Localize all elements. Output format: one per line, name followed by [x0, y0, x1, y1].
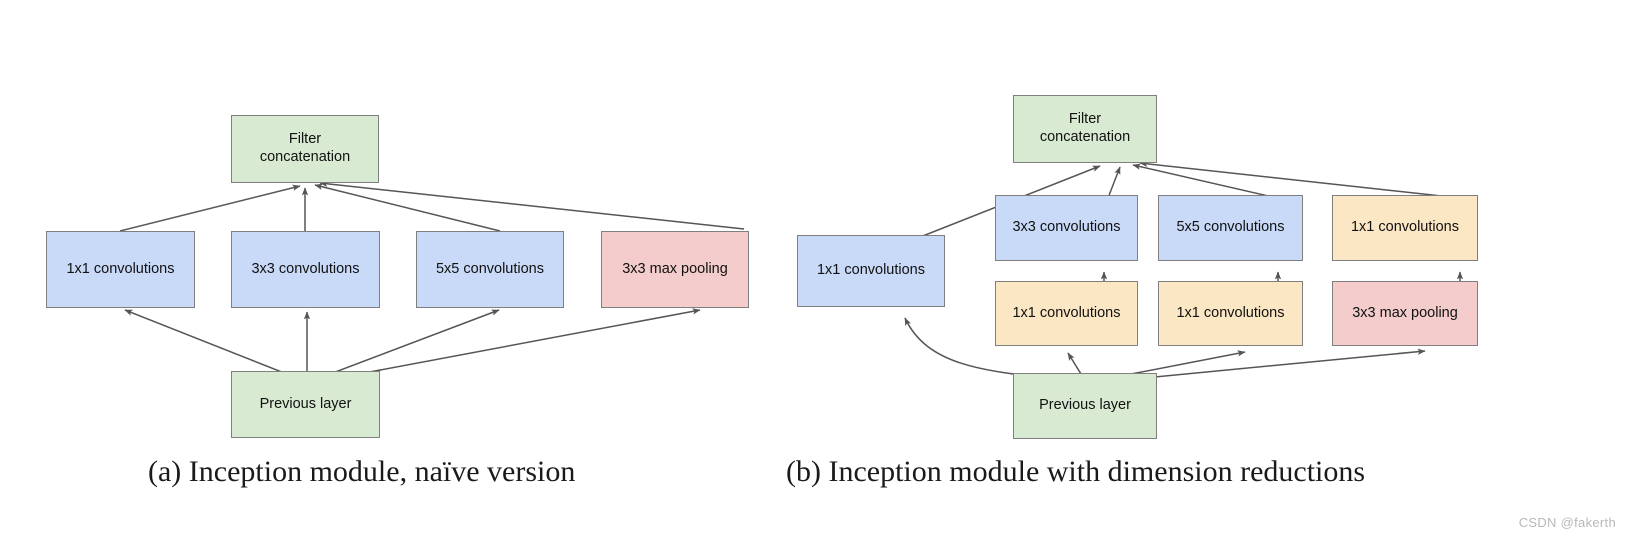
node-b-1x1-convolutions-right[interactable]: 1x1 convolutions	[1332, 195, 1478, 261]
node-b-1x1-convolutions-before-5x5[interactable]: 1x1 convolutions	[1158, 281, 1303, 346]
caption-panel-a: (a) Inception module, naïve version	[148, 455, 576, 488]
inception-figure: Filter concatenation 1x1 convolutions 3x…	[0, 0, 1628, 536]
edge-a-1x1-to-concat	[119, 184, 301, 232]
edge-b-3x3-to-concat	[1107, 166, 1121, 199]
edge-a-pool-to-concat	[319, 180, 745, 230]
node-b-3x3-max-pooling[interactable]: 3x3 max pooling	[1332, 281, 1478, 346]
node-a-filter-concatenation[interactable]: Filter concatenation	[231, 115, 379, 183]
edge-b-1x1r-to-concat	[1139, 160, 1461, 199]
node-a-previous-layer[interactable]: Previous layer	[231, 371, 380, 438]
node-b-previous-layer[interactable]: Previous layer	[1013, 373, 1157, 439]
node-a-1x1-convolutions[interactable]: 1x1 convolutions	[46, 231, 195, 308]
node-b-3x3-convolutions[interactable]: 3x3 convolutions	[995, 195, 1138, 261]
node-b-1x1-convolutions-left[interactable]: 1x1 convolutions	[797, 235, 945, 307]
node-a-5x5-convolutions[interactable]: 5x5 convolutions	[416, 231, 564, 308]
node-a-3x3-convolutions[interactable]: 3x3 convolutions	[231, 231, 380, 308]
csdn-watermark: CSDN @fakerth	[1518, 515, 1616, 530]
caption-panel-b: (b) Inception module with dimension redu…	[786, 455, 1366, 488]
node-a-3x3-max-pooling[interactable]: 3x3 max pooling	[601, 231, 749, 308]
node-b-filter-concatenation[interactable]: Filter concatenation	[1013, 95, 1157, 163]
node-b-5x5-convolutions[interactable]: 5x5 convolutions	[1158, 195, 1303, 261]
node-b-1x1-convolutions-before-3x3[interactable]: 1x1 convolutions	[995, 281, 1138, 346]
